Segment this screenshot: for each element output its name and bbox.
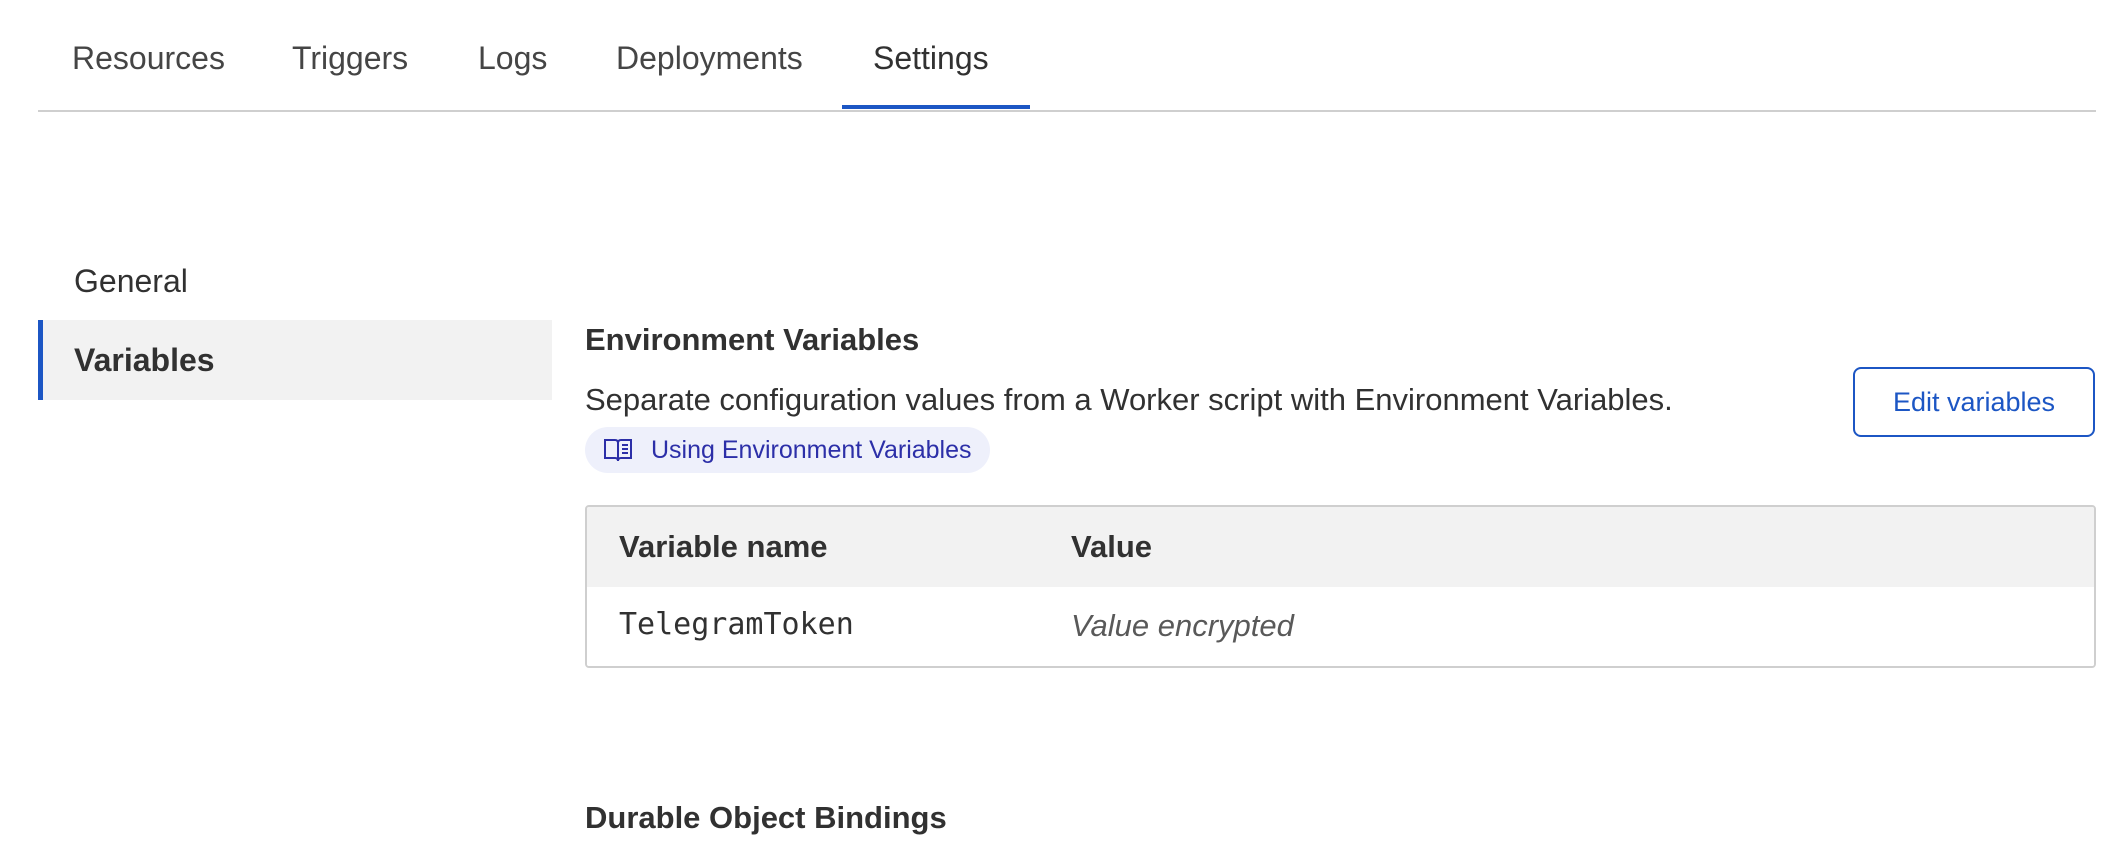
- tab-logs[interactable]: Logs: [478, 40, 547, 77]
- column-header-variable-name: Variable name: [619, 529, 828, 564]
- sidebar-item-variables[interactable]: Variables: [38, 320, 552, 400]
- tab-deployments[interactable]: Deployments: [616, 40, 803, 77]
- tab-bar: Resources Triggers Logs Deployments Sett…: [38, 0, 2096, 112]
- column-header-value: Value: [1071, 529, 1152, 564]
- active-tab-indicator: [842, 105, 1030, 109]
- table-header: Variable name Value: [587, 507, 2094, 587]
- book-icon: [603, 437, 633, 463]
- edit-variables-button[interactable]: Edit variables: [1853, 367, 2095, 437]
- table-row: TelegramToken Value encrypted: [587, 587, 2094, 666]
- tab-triggers[interactable]: Triggers: [292, 40, 408, 77]
- sidebar-item-general[interactable]: General: [38, 241, 552, 321]
- variable-name-cell: TelegramToken: [619, 607, 854, 642]
- sidebar-item-label: General: [74, 263, 188, 299]
- variables-table: Variable name Value TelegramToken Value …: [585, 505, 2096, 668]
- tab-settings[interactable]: Settings: [873, 40, 989, 77]
- durable-object-bindings-title: Durable Object Bindings: [585, 800, 947, 835]
- variable-value-cell: Value encrypted: [1071, 608, 1294, 643]
- doc-link-label: Using Environment Variables: [651, 435, 972, 464]
- sidebar-item-label: Variables: [74, 342, 215, 378]
- env-vars-title: Environment Variables: [585, 322, 920, 357]
- env-vars-description: Separate configuration values from a Wor…: [585, 382, 1673, 417]
- tab-resources[interactable]: Resources: [72, 40, 225, 77]
- worker-settings-page: Resources Triggers Logs Deployments Sett…: [0, 0, 2124, 860]
- env-vars-doc-link[interactable]: Using Environment Variables: [585, 427, 990, 473]
